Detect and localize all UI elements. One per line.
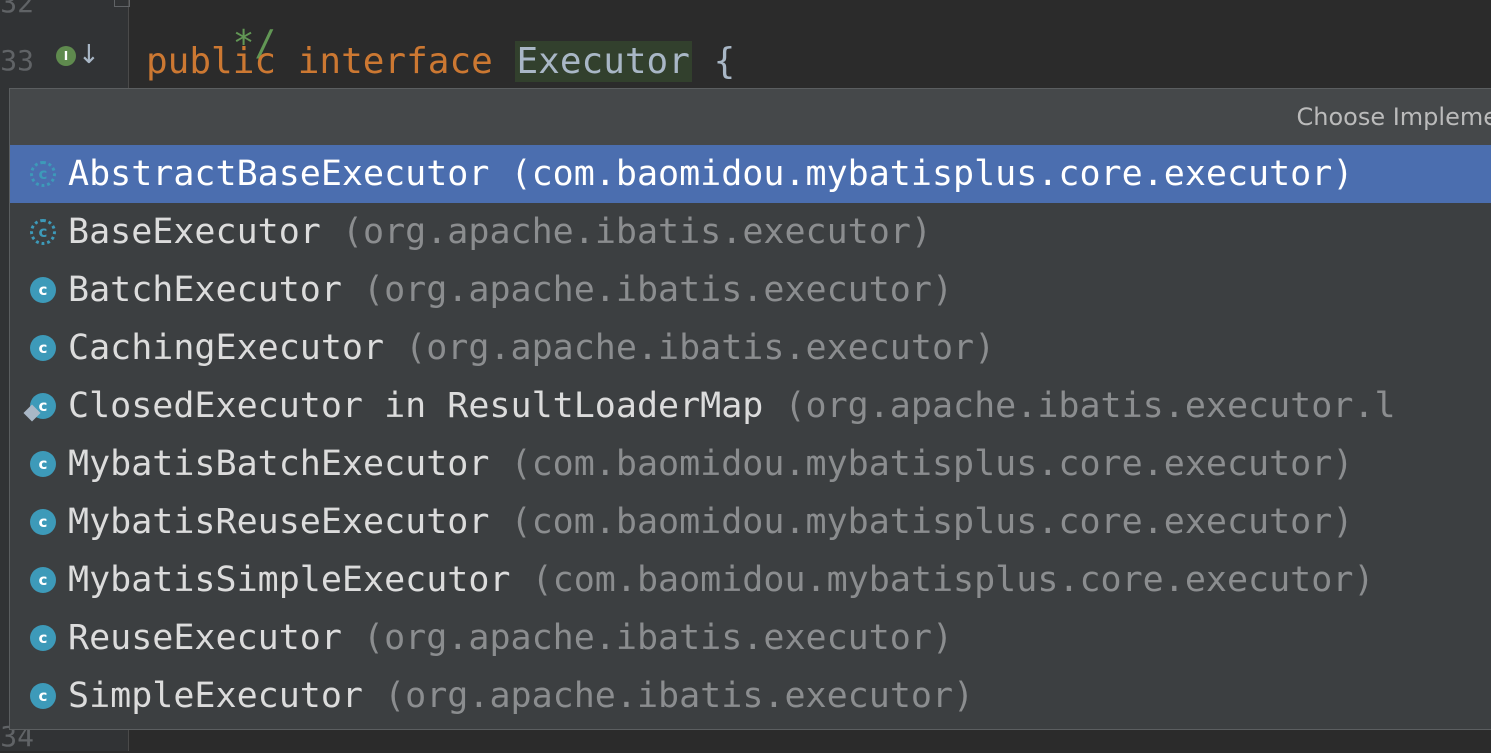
keyword-public: public [146, 41, 277, 82]
class-name: CachingExecutor [68, 328, 385, 368]
package-name: (org.apache.ibatis.executor) [384, 676, 975, 716]
class-name: ReuseExecutor [68, 618, 342, 658]
abstract-class-icon: c [30, 161, 56, 187]
popup-title: Choose Impleme [1296, 103, 1491, 131]
code-line-interface: public interface Executor { [146, 40, 735, 84]
class-name: BaseExecutor [68, 212, 321, 252]
class-name: MybatisBatchExecutor [68, 444, 490, 484]
line-number: 33 [0, 44, 34, 77]
implementation-item[interactable]: c SimpleExecutor (org.apache.ibatis.exec… [10, 667, 1491, 725]
class-name: BatchExecutor [68, 270, 342, 310]
implementation-item[interactable]: c ReuseExecutor (org.apache.ibatis.execu… [10, 609, 1491, 667]
implementation-item[interactable]: c CachingExecutor (org.apache.ibatis.exe… [10, 319, 1491, 377]
open-brace: { [713, 41, 736, 82]
fold-marker-icon[interactable] [114, 0, 130, 7]
class-icon: c [30, 567, 56, 593]
implementation-item[interactable]: c MybatisBatchExecutor (com.baomidou.myb… [10, 435, 1491, 493]
package-name: (org.apache.ibatis.executor) [363, 270, 954, 310]
class-icon: c [30, 451, 56, 477]
choose-implementation-popup[interactable]: Choose Impleme c AbstractBaseExecutor (c… [9, 88, 1491, 730]
implementation-item[interactable]: c BaseExecutor (org.apache.ibatis.execut… [10, 203, 1491, 261]
class-name: SimpleExecutor [68, 676, 364, 716]
class-name: MybatisSimpleExecutor [68, 560, 511, 600]
package-name: (com.baomidou.mybatisplus.core.executor) [510, 154, 1354, 194]
package-name: (com.baomidou.mybatisplus.core.executor) [510, 502, 1354, 542]
implemented-by-arrow-icon[interactable]: ↓ [78, 40, 100, 70]
implementation-item[interactable]: c BatchExecutor (org.apache.ibatis.execu… [10, 261, 1491, 319]
code-editor[interactable]: 32 33 34 I ↓ */ public interface Executo… [0, 0, 1491, 753]
package-name: (org.apache.ibatis.executor) [363, 618, 954, 658]
class-name: AbstractBaseExecutor [68, 154, 490, 194]
class-name: ClosedExecutor in ResultLoaderMap [68, 386, 764, 426]
package-name: (com.baomidou.mybatisplus.core.executor) [510, 444, 1354, 484]
class-icon: c [30, 277, 56, 303]
class-name: MybatisReuseExecutor [68, 502, 490, 542]
interface-gutter-icon[interactable]: I [56, 46, 76, 66]
implementation-item[interactable]: c MybatisReuseExecutor (com.baomidou.myb… [10, 493, 1491, 551]
class-icon: c [30, 683, 56, 709]
package-name: (org.apache.ibatis.executor) [405, 328, 996, 368]
class-icon: c [30, 509, 56, 535]
interface-name[interactable]: Executor [514, 41, 692, 82]
package-name: (org.apache.ibatis.executor.l [784, 386, 1396, 426]
keyword-interface: interface [297, 41, 493, 82]
package-name: (org.apache.ibatis.executor) [341, 212, 932, 252]
package-name: (com.baomidou.mybatisplus.core.executor) [531, 560, 1375, 600]
implementation-item[interactable]: c MybatisSimpleExecutor (com.baomidou.my… [10, 551, 1491, 609]
class-icon: c [30, 625, 56, 651]
implementation-item[interactable]: c ClosedExecutor in ResultLoaderMap (org… [10, 377, 1491, 435]
implementation-item[interactable]: c AbstractBaseExecutor (com.baomidou.myb… [10, 145, 1491, 203]
popup-header: Choose Impleme [10, 89, 1491, 146]
class-icon: c [30, 335, 56, 361]
abstract-class-icon: c [30, 219, 56, 245]
line-number: 32 [0, 0, 34, 19]
